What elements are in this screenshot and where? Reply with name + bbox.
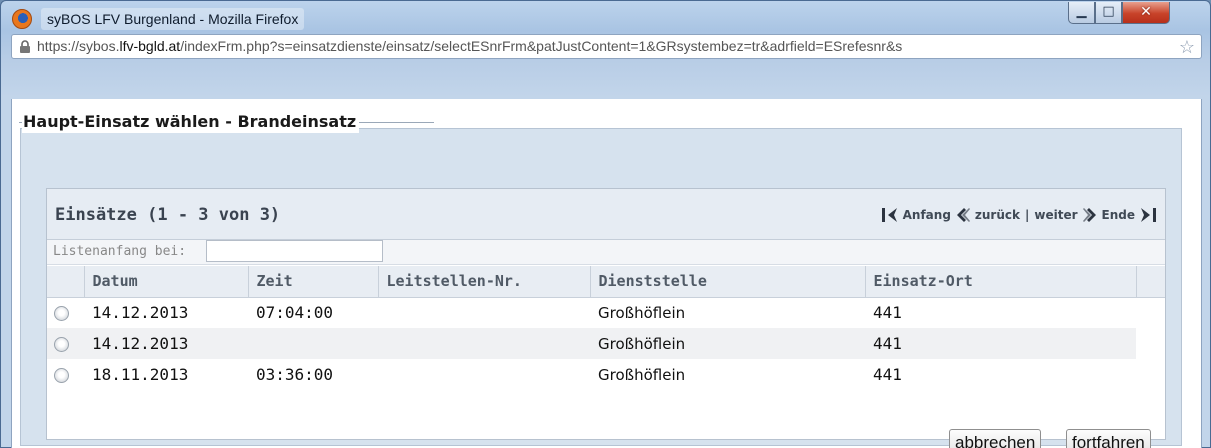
list-start-row: Listenanfang bei: (47, 240, 1165, 265)
cell-leitstelle (378, 359, 590, 390)
row-radio[interactable] (54, 306, 69, 322)
title-bar: syBOS LFV Burgenland - Mozilla Firefox ▁… (1, 1, 1210, 59)
cell-ort: 441 (865, 328, 1136, 359)
results-table: Datum Zeit Leitstellen-Nr. Dienststelle … (47, 266, 1165, 390)
header-spacer (1136, 266, 1165, 298)
url-domain: lfv-bgld.at (119, 38, 181, 54)
row-select-cell[interactable] (47, 328, 84, 359)
close-button[interactable]: ✕ (1122, 2, 1170, 24)
row-select-cell[interactable] (47, 297, 84, 328)
table-row[interactable]: 14.12.2013 Großhöflein 441 (47, 328, 1165, 359)
list-panel: Einsätze (1 - 3 von 3) Anfang zurück | w… (46, 188, 1166, 440)
cell-zeit: 07:04:00 (256, 303, 334, 323)
table-header-row: Datum Zeit Leitstellen-Nr. Dienststelle … (47, 266, 1165, 298)
bookmark-star-icon[interactable]: ☆ (1179, 36, 1195, 58)
last-page-icon[interactable] (1139, 207, 1157, 223)
row-radio[interactable] (54, 368, 69, 383)
header-datum[interactable]: Datum (84, 266, 249, 298)
header-einsatz-ort[interactable]: Einsatz-Ort (865, 266, 1137, 298)
cell-dienststelle: Großhöflein (598, 303, 686, 322)
address-bar[interactable]: https://sybos.lfv-bgld.at/indexFrm.php?s… (11, 34, 1202, 59)
first-page-icon[interactable] (881, 207, 899, 223)
close-icon: ✕ (1140, 4, 1152, 20)
minimize-button[interactable]: ▁ (1068, 2, 1095, 24)
lock-icon (20, 40, 30, 53)
pager-next-link[interactable]: weiter (1033, 208, 1078, 222)
url-path: /indexFrm.php?s=einsatzdienste/einsatz/s… (180, 38, 903, 54)
cell-zeit (248, 328, 378, 359)
cell-datum: 14.12.2013 (92, 303, 189, 323)
cell-dienststelle: Großhöflein (598, 365, 686, 384)
header-select (47, 266, 85, 298)
row-select-cell[interactable] (47, 359, 84, 390)
table-row[interactable]: 14.12.2013 07:04:00 Großhöflein 441 (47, 297, 1165, 328)
pager-first-link[interactable]: Anfang (902, 208, 952, 222)
header-leitstellen-nr[interactable]: Leitstellen-Nr. (378, 266, 591, 298)
cancel-button[interactable]: abbrechen (949, 429, 1042, 448)
header-dienststelle[interactable]: Dienststelle (590, 266, 866, 298)
cell-zeit: 03:36:00 (256, 365, 334, 384)
next-page-icon[interactable] (1082, 207, 1098, 223)
cell-datum: 18.11.2013 (92, 365, 189, 384)
firefox-icon (12, 9, 32, 29)
cell-leitstelle (378, 328, 590, 359)
pager: Anfang zurück | weiter Ende (881, 205, 1157, 225)
maximize-icon: □ (1102, 4, 1115, 19)
pager-last-link[interactable]: Ende (1101, 208, 1136, 222)
cell-spacer (1136, 297, 1165, 328)
dialog-fieldset: Einsätze (1 - 3 von 3) Anfang zurück | w… (20, 128, 1182, 448)
pager-separator: | (1025, 208, 1030, 222)
page-content: Einsätze (1 - 3 von 3) Anfang zurück | w… (11, 99, 1202, 448)
list-start-label: Listenanfang bei: (53, 244, 187, 259)
pager-prev-link[interactable]: zurück (974, 208, 1021, 222)
cell-leitstelle (378, 297, 590, 328)
list-start-input[interactable] (206, 240, 383, 262)
continue-button[interactable]: fortfahren (1066, 429, 1151, 448)
list-title: Einsätze (1 - 3 von 3) (55, 205, 281, 225)
cell-spacer (1136, 359, 1165, 390)
prev-page-icon[interactable] (955, 207, 971, 223)
table-row[interactable]: 18.11.2013 03:36:00 Großhöflein 441 (47, 359, 1165, 390)
url-text: https://sybos.lfv-bgld.at/indexFrm.php?s… (37, 35, 902, 58)
browser-window: syBOS LFV Burgenland - Mozilla Firefox ▁… (0, 0, 1211, 448)
header-zeit[interactable]: Zeit (248, 266, 379, 298)
cell-ort: 441 (873, 303, 902, 323)
cell-ort: 441 (873, 365, 902, 384)
row-radio[interactable] (54, 337, 69, 352)
cell-datum: 14.12.2013 (84, 328, 248, 359)
url-prefix: https://sybos. (37, 38, 120, 54)
window-title: syBOS LFV Burgenland - Mozilla Firefox (41, 8, 305, 30)
dialog-title: Haupt-Einsatz wählen - Brandeinsatz (22, 111, 360, 133)
list-header: Einsätze (1 - 3 von 3) Anfang zurück | w… (47, 189, 1165, 240)
minimize-icon: ▁ (1076, 4, 1087, 19)
cell-spacer (1136, 328, 1165, 359)
maximize-button[interactable]: □ (1095, 2, 1122, 24)
cell-dienststelle: Großhöflein (590, 328, 865, 359)
